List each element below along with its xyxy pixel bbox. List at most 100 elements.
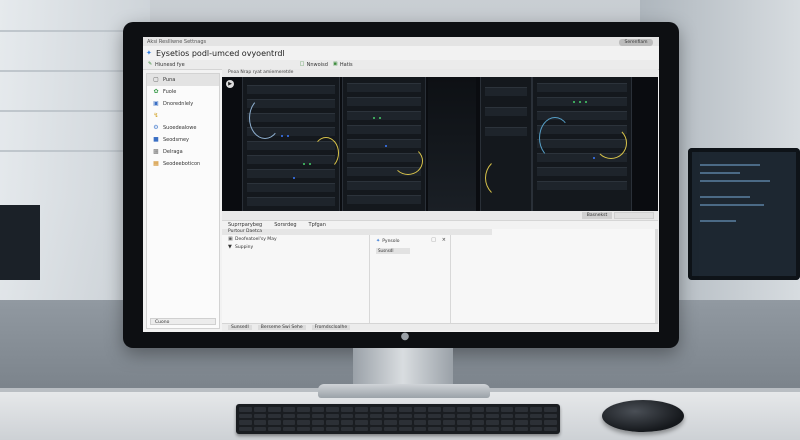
rack-unit — [347, 97, 421, 106]
apple-logo-icon: ● — [400, 331, 410, 342]
server-rack — [532, 77, 632, 211]
preview-pane — [451, 235, 655, 325]
keyboard-key — [282, 407, 296, 412]
keyboard-key — [457, 420, 470, 425]
sidebar: ▢ Puna ✿ Fuole ▣ Dnorednlely ↯ ⚙ Suoedea… — [146, 73, 220, 329]
keyboard-key — [239, 426, 252, 431]
toolbar-item[interactable]: ▣ Hatis — [333, 62, 353, 68]
keyboard-key — [369, 420, 383, 425]
tab-item[interactable]: Suprrparybeg — [228, 222, 262, 228]
account-button[interactable]: Serenfiam Siten — [619, 39, 653, 52]
keyboard-key — [268, 407, 281, 412]
minimize-icon[interactable]: □ — [431, 237, 436, 243]
tab-bar: Suprrparybeg Sorsrdeg Tpfgan — [222, 220, 658, 229]
keyboard-key — [544, 413, 557, 418]
status-led — [379, 117, 381, 119]
tab-item[interactable]: Sorsrdeg — [274, 222, 296, 228]
keyboard-key — [340, 413, 354, 418]
keyboard-key — [442, 407, 456, 412]
toolbar-item[interactable]: □ Nnwoisd — [300, 62, 328, 68]
tree-row[interactable]: ▣ Deofeatoel'sy May — [222, 235, 369, 243]
toolbar-item-label: Hiunesd fye — [155, 61, 185, 68]
rack-aisle — [428, 77, 476, 211]
keyboard-key — [428, 413, 441, 418]
toolbar-item-label: Nnwoisd — [306, 61, 328, 68]
status-led — [585, 101, 587, 103]
sidebar-item-label: Suoedealowe — [163, 125, 197, 131]
keyboard-key — [442, 413, 456, 418]
keyboard-key — [340, 426, 354, 431]
folder-icon: ▣ — [332, 61, 338, 67]
sidebar-item[interactable]: ■ Seodsmey — [147, 134, 219, 146]
toolbar-item[interactable]: ✎ Hiunesd fye — [148, 62, 185, 68]
monitor-stand-foot — [318, 384, 490, 398]
title-bar: Aksi Reslliwne Settnags Serenfiam Siten — [143, 37, 659, 52]
scrollbar[interactable] — [655, 229, 658, 325]
keyboard-key — [253, 426, 267, 431]
keyboard-key — [268, 420, 281, 425]
keyboard-key — [529, 420, 543, 425]
sidebar-item-label: Puna — [163, 77, 176, 83]
keyboard-key — [428, 420, 441, 425]
status-led — [293, 177, 295, 179]
tree-row-label: Deofeatoel'sy May — [235, 236, 277, 242]
sidebar-item-label: Delraga — [163, 149, 183, 155]
keyboard-key — [282, 426, 296, 431]
keyboard-key — [413, 426, 427, 431]
keyboard-key — [529, 426, 543, 431]
tab-item[interactable]: Tpfgan — [309, 222, 326, 228]
play-icon[interactable]: ▶ — [226, 80, 234, 88]
tree-row[interactable]: ▼ Suppiny — [222, 243, 369, 251]
keyboard-key — [529, 407, 543, 412]
sidebar-item[interactable]: ▣ Dnorednlely — [147, 98, 219, 110]
folder-icon: ▣ — [228, 235, 233, 242]
sidebar-item[interactable]: ↯ — [147, 110, 219, 122]
close-icon[interactable]: × — [442, 237, 446, 243]
main-content: Pnoa Nrap ryat amiemeretde ▶ Basnekst Su… — [222, 69, 658, 331]
detail-title-label: Pynsolo — [382, 238, 400, 244]
sidebar-item[interactable]: ▢ Puna — [147, 74, 219, 86]
sidebar-item[interactable]: ⚙ Suoedealowe — [147, 122, 219, 134]
strip-button[interactable]: Basnekst — [582, 212, 612, 219]
keyboard-key — [413, 407, 427, 412]
cable — [539, 117, 571, 159]
keyboard-key — [515, 413, 528, 418]
sidebar-footer-button[interactable]: Cuono — [150, 318, 216, 325]
keyboard-key — [268, 413, 281, 418]
keyboard-key — [515, 426, 528, 431]
rack-unit — [347, 111, 421, 120]
keyboard-key — [369, 407, 383, 412]
keyboard-key — [413, 420, 427, 425]
computer-mouse — [602, 400, 684, 432]
strip-field[interactable] — [614, 212, 654, 219]
keyboard-key — [268, 426, 281, 431]
keyboard-key — [326, 426, 339, 431]
keyboard-key — [457, 407, 470, 412]
keyboard-key — [399, 426, 412, 431]
keyboard-key — [544, 407, 557, 412]
app-logo-icon: ✦ — [146, 48, 152, 57]
keyboard-key — [311, 413, 325, 418]
keyboard-key — [457, 413, 470, 418]
sidebar-item[interactable]: ▩ Delraga — [147, 146, 219, 158]
cable — [595, 127, 627, 159]
keyboard-key — [399, 407, 412, 412]
status-led — [287, 135, 289, 137]
keyboard-key — [239, 413, 252, 418]
sidebar-item-label: Seodeeboticon — [163, 161, 201, 167]
sidebar-item[interactable]: ✿ Fuole — [147, 86, 219, 98]
keyboard-key — [355, 413, 368, 418]
folder-icon: ▢ — [153, 76, 159, 83]
keyboard-key — [311, 426, 325, 431]
rack-unit — [537, 97, 627, 106]
keyboard-key — [500, 413, 514, 418]
sidebar-item-label: Dnorednlely — [163, 101, 194, 107]
rack-unit — [485, 107, 527, 116]
keyboard-key — [471, 407, 485, 412]
keyboard-key — [239, 407, 252, 412]
keyboard-key — [297, 413, 310, 418]
keyboard-key — [544, 420, 557, 425]
keyboard-key — [500, 407, 514, 412]
detail-chip[interactable]: Susnsdl — [376, 248, 410, 254]
sidebar-item[interactable]: ▦ Seodeeboticon — [147, 158, 219, 170]
